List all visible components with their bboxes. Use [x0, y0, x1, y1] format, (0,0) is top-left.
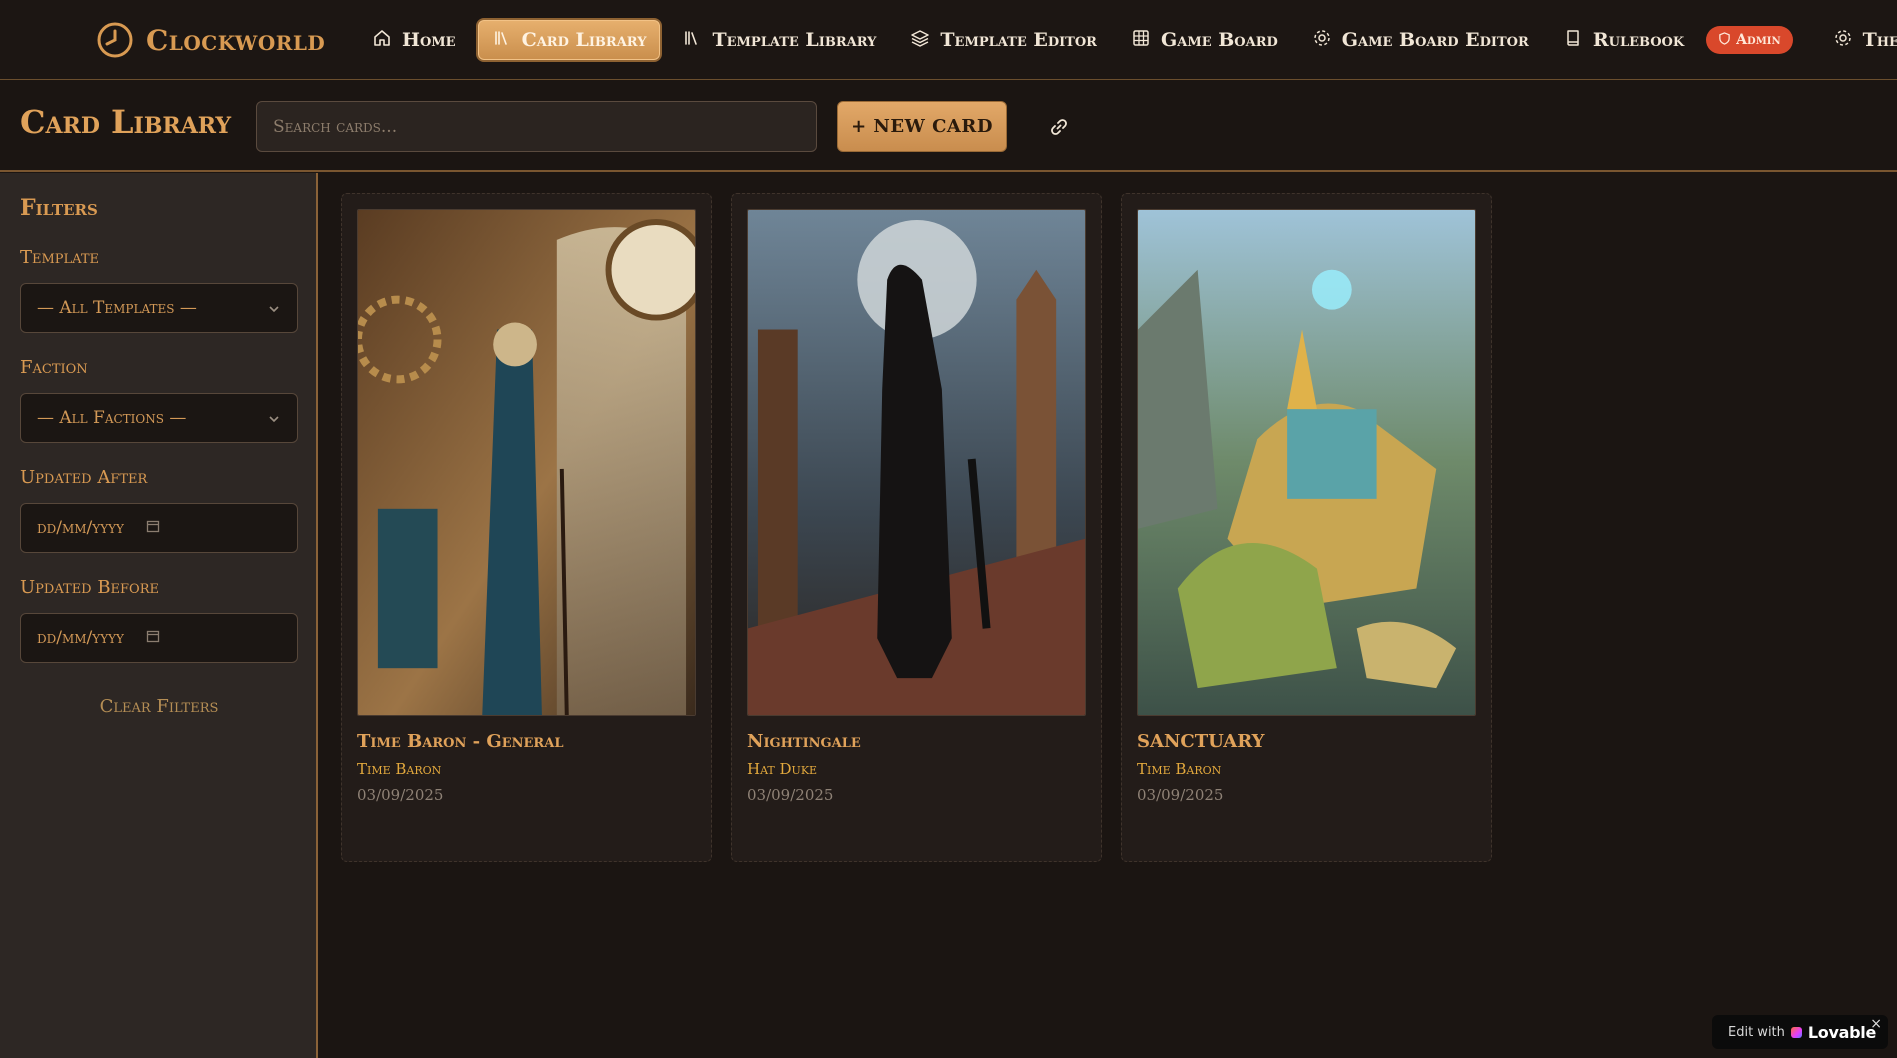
nav-template-library[interactable]: Template Library [668, 18, 890, 62]
card-faction: Time Baron [1137, 760, 1222, 778]
updated-after-placeholder: dd/mm/yyyy [37, 518, 124, 538]
card-updated-date: 03/09/2025 [357, 786, 444, 804]
main-nav: Home Card Library Template Library Templ… [358, 18, 1897, 62]
close-icon[interactable]: × [1870, 1016, 1882, 1032]
gear-icon [1312, 28, 1332, 53]
nav-game-board[interactable]: Game Board [1117, 18, 1292, 62]
nav-rulebook-label: Rulebook [1592, 29, 1685, 51]
nav-home[interactable]: Home [358, 18, 470, 62]
page-header: Card Library + NEW CARD [0, 81, 1897, 172]
card-artwork-image [357, 209, 696, 716]
link-icon[interactable] [1043, 114, 1075, 140]
card-title: Nightingale [747, 731, 861, 752]
calendar-icon[interactable] [146, 628, 160, 648]
card-tile[interactable]: Nightingale Hat Duke 03/09/2025 [731, 193, 1102, 862]
gear-icon [1833, 28, 1853, 53]
faction-select-value: — All Factions — [37, 408, 187, 428]
nav-theme[interactable]: Theme [1819, 18, 1897, 62]
book-icon [1563, 28, 1583, 53]
updated-before-placeholder: dd/mm/yyyy [37, 628, 124, 648]
card-updated-date: 03/09/2025 [1137, 786, 1224, 804]
chevron-down-icon [267, 301, 281, 321]
clock-logo-icon [96, 21, 134, 59]
filters-title: Filters [20, 195, 98, 221]
nav-card-library-label: Card Library [521, 29, 647, 51]
lovable-brand-label: Lovable [1807, 1022, 1876, 1042]
faction-filter-label: Faction [20, 357, 88, 378]
card-faction: Hat Duke [747, 760, 818, 778]
nav-card-library[interactable]: Card Library [475, 18, 663, 62]
app-name: Clockworld [146, 23, 326, 57]
clear-filters-button[interactable]: Clear Filters [20, 696, 298, 717]
template-select[interactable]: — All Templates — [20, 283, 298, 333]
updated-before-date-input[interactable]: dd/mm/yyyy [20, 613, 298, 663]
edit-with-lovable-badge[interactable]: Edit with Lovable × [1712, 1015, 1888, 1049]
nav-game-board-editor-label: Game Board Editor [1341, 29, 1529, 51]
template-filter-label: Template [20, 247, 100, 268]
edit-with-label: Edit with [1728, 1024, 1785, 1040]
layers-icon [910, 28, 930, 53]
card-tile[interactable]: Time Baron - General Time Baron 03/09/20… [341, 193, 712, 862]
updated-after-label: Updated After [20, 467, 148, 488]
faction-select[interactable]: — All Factions — [20, 393, 298, 443]
filters-sidebar: Filters Template — All Templates — Facti… [0, 173, 318, 1058]
admin-badge-label: Admin [1736, 32, 1781, 48]
search-input[interactable] [256, 101, 817, 152]
admin-badge: Admin [1706, 26, 1793, 54]
card-faction: Time Baron [357, 760, 442, 778]
nav-template-library-label: Template Library [712, 29, 877, 51]
card-updated-date: 03/09/2025 [747, 786, 834, 804]
nav-game-board-editor[interactable]: Game Board Editor [1298, 18, 1543, 62]
new-card-label: + NEW CARD [851, 116, 993, 137]
new-card-button[interactable]: + NEW CARD [837, 101, 1007, 152]
card-title: SANCTUARY [1137, 731, 1265, 752]
card-artwork-image [747, 209, 1086, 716]
nav-template-editor[interactable]: Template Editor [896, 18, 1111, 62]
shield-icon [1718, 31, 1731, 49]
nav-home-label: Home [402, 29, 456, 51]
top-navigation: Clockworld Home Card Library Template Li… [0, 0, 1897, 80]
card-artwork-image [1137, 209, 1476, 716]
chevron-down-icon [267, 411, 281, 431]
nav-rulebook[interactable]: Rulebook [1549, 18, 1698, 62]
updated-before-label: Updated Before [20, 577, 159, 598]
brand[interactable]: Clockworld [96, 20, 325, 60]
calendar-icon[interactable] [146, 518, 160, 538]
card-title: Time Baron - General [357, 731, 564, 752]
nav-theme-label: Theme [1862, 29, 1897, 51]
nav-template-editor-label: Template Editor [940, 29, 1097, 51]
updated-after-date-input[interactable]: dd/mm/yyyy [20, 503, 298, 553]
template-select-value: — All Templates — [37, 298, 197, 318]
library-icon [492, 28, 512, 53]
grid-icon [1131, 28, 1151, 53]
nav-game-board-label: Game Board [1161, 29, 1278, 51]
lovable-logo-icon [1790, 1026, 1802, 1038]
home-icon [372, 28, 392, 53]
library-icon [682, 28, 702, 53]
page-title: Card Library [20, 103, 232, 141]
card-tile[interactable]: SANCTUARY Time Baron 03/09/2025 [1121, 193, 1492, 862]
